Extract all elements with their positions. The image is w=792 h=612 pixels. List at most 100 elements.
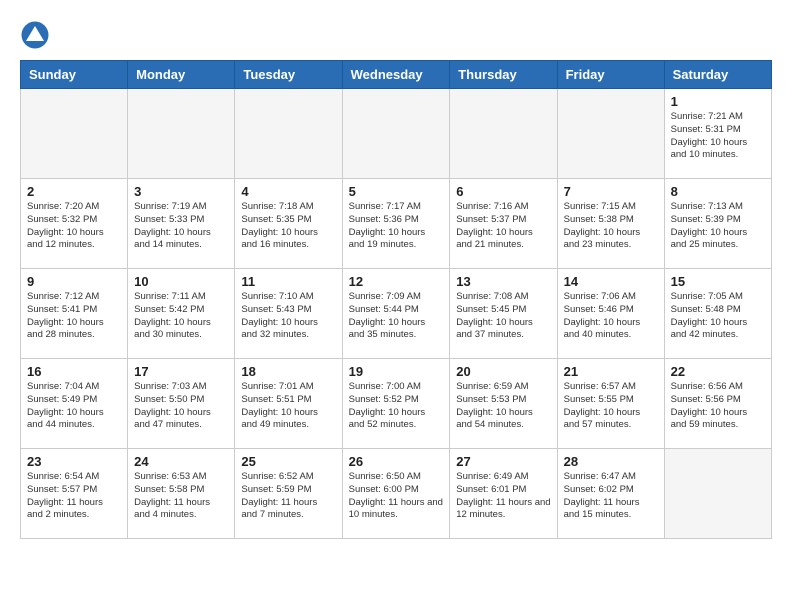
calendar-cell: 19 Sunrise: 7:00 AM Sunset: 5:52 PM Dayli…	[342, 359, 450, 449]
day-number: 19	[349, 364, 444, 379]
week-row-4: 16 Sunrise: 7:04 AM Sunset: 5:49 PM Dayli…	[21, 359, 772, 449]
day-number: 6	[456, 184, 550, 199]
calendar-cell	[450, 89, 557, 179]
calendar-cell: 26 Sunrise: 6:50 AM Sunset: 6:00 PM Dayli…	[342, 449, 450, 539]
day-info: Sunrise: 6:57 AM Sunset: 5:55 PM Dayligh…	[564, 381, 658, 432]
day-info: Sunrise: 7:09 AM Sunset: 5:44 PM Dayligh…	[349, 291, 444, 342]
day-number: 22	[671, 364, 765, 379]
day-number: 2	[27, 184, 121, 199]
weekday-header-row: SundayMondayTuesdayWednesdayThursdayFrid…	[21, 61, 772, 89]
calendar-cell: 4 Sunrise: 7:18 AM Sunset: 5:35 PM Daylig…	[235, 179, 342, 269]
day-info: Sunrise: 7:19 AM Sunset: 5:33 PM Dayligh…	[134, 201, 228, 252]
weekday-header-saturday: Saturday	[664, 61, 771, 89]
day-info: Sunrise: 7:21 AM Sunset: 5:31 PM Dayligh…	[671, 111, 765, 162]
weekday-header-wednesday: Wednesday	[342, 61, 450, 89]
week-row-5: 23 Sunrise: 6:54 AM Sunset: 5:57 PM Dayli…	[21, 449, 772, 539]
calendar-cell: 5 Sunrise: 7:17 AM Sunset: 5:36 PM Daylig…	[342, 179, 450, 269]
day-info: Sunrise: 7:03 AM Sunset: 5:50 PM Dayligh…	[134, 381, 228, 432]
calendar-cell: 17 Sunrise: 7:03 AM Sunset: 5:50 PM Dayli…	[128, 359, 235, 449]
day-info: Sunrise: 7:04 AM Sunset: 5:49 PM Dayligh…	[27, 381, 121, 432]
calendar-cell: 16 Sunrise: 7:04 AM Sunset: 5:49 PM Dayli…	[21, 359, 128, 449]
day-number: 23	[27, 454, 121, 469]
calendar-cell: 3 Sunrise: 7:19 AM Sunset: 5:33 PM Daylig…	[128, 179, 235, 269]
day-info: Sunrise: 6:47 AM Sunset: 6:02 PM Dayligh…	[564, 471, 658, 522]
calendar-cell: 15 Sunrise: 7:05 AM Sunset: 5:48 PM Dayli…	[664, 269, 771, 359]
day-info: Sunrise: 7:12 AM Sunset: 5:41 PM Dayligh…	[27, 291, 121, 342]
day-number: 17	[134, 364, 228, 379]
day-number: 8	[671, 184, 765, 199]
calendar-cell: 10 Sunrise: 7:11 AM Sunset: 5:42 PM Dayli…	[128, 269, 235, 359]
day-info: Sunrise: 6:59 AM Sunset: 5:53 PM Dayligh…	[456, 381, 550, 432]
day-number: 10	[134, 274, 228, 289]
day-info: Sunrise: 7:08 AM Sunset: 5:45 PM Dayligh…	[456, 291, 550, 342]
week-row-1: 1 Sunrise: 7:21 AM Sunset: 5:31 PM Daylig…	[21, 89, 772, 179]
logo-icon	[20, 20, 50, 50]
day-info: Sunrise: 7:15 AM Sunset: 5:38 PM Dayligh…	[564, 201, 658, 252]
day-info: Sunrise: 7:20 AM Sunset: 5:32 PM Dayligh…	[27, 201, 121, 252]
day-number: 7	[564, 184, 658, 199]
calendar-cell: 21 Sunrise: 6:57 AM Sunset: 5:55 PM Dayli…	[557, 359, 664, 449]
day-number: 1	[671, 94, 765, 109]
day-info: Sunrise: 7:06 AM Sunset: 5:46 PM Dayligh…	[564, 291, 658, 342]
day-number: 13	[456, 274, 550, 289]
day-info: Sunrise: 6:56 AM Sunset: 5:56 PM Dayligh…	[671, 381, 765, 432]
calendar-cell: 12 Sunrise: 7:09 AM Sunset: 5:44 PM Dayli…	[342, 269, 450, 359]
day-info: Sunrise: 7:16 AM Sunset: 5:37 PM Dayligh…	[456, 201, 550, 252]
day-info: Sunrise: 6:52 AM Sunset: 5:59 PM Dayligh…	[241, 471, 335, 522]
day-number: 3	[134, 184, 228, 199]
calendar-cell: 27 Sunrise: 6:49 AM Sunset: 6:01 PM Dayli…	[450, 449, 557, 539]
day-number: 26	[349, 454, 444, 469]
day-number: 14	[564, 274, 658, 289]
calendar-cell: 13 Sunrise: 7:08 AM Sunset: 5:45 PM Dayli…	[450, 269, 557, 359]
day-info: Sunrise: 7:11 AM Sunset: 5:42 PM Dayligh…	[134, 291, 228, 342]
day-number: 16	[27, 364, 121, 379]
day-number: 24	[134, 454, 228, 469]
calendar-cell: 8 Sunrise: 7:13 AM Sunset: 5:39 PM Daylig…	[664, 179, 771, 269]
day-number: 20	[456, 364, 550, 379]
day-number: 5	[349, 184, 444, 199]
day-info: Sunrise: 6:50 AM Sunset: 6:00 PM Dayligh…	[349, 471, 444, 522]
day-info: Sunrise: 7:17 AM Sunset: 5:36 PM Dayligh…	[349, 201, 444, 252]
day-info: Sunrise: 6:53 AM Sunset: 5:58 PM Dayligh…	[134, 471, 228, 522]
day-number: 9	[27, 274, 121, 289]
day-info: Sunrise: 7:00 AM Sunset: 5:52 PM Dayligh…	[349, 381, 444, 432]
calendar-cell: 9 Sunrise: 7:12 AM Sunset: 5:41 PM Daylig…	[21, 269, 128, 359]
day-info: Sunrise: 6:49 AM Sunset: 6:01 PM Dayligh…	[456, 471, 550, 522]
calendar-cell	[557, 89, 664, 179]
calendar-cell	[235, 89, 342, 179]
day-number: 12	[349, 274, 444, 289]
weekday-header-sunday: Sunday	[21, 61, 128, 89]
logo	[20, 20, 54, 50]
day-info: Sunrise: 7:13 AM Sunset: 5:39 PM Dayligh…	[671, 201, 765, 252]
day-number: 15	[671, 274, 765, 289]
calendar-table: SundayMondayTuesdayWednesdayThursdayFrid…	[20, 60, 772, 539]
calendar-cell: 28Sunrise: 6:47 AM Sunset: 6:02 PM Dayli…	[557, 449, 664, 539]
day-info: Sunrise: 7:01 AM Sunset: 5:51 PM Dayligh…	[241, 381, 335, 432]
calendar-cell: 22 Sunrise: 6:56 AM Sunset: 5:56 PM Dayli…	[664, 359, 771, 449]
day-number: 4	[241, 184, 335, 199]
day-number: 25	[241, 454, 335, 469]
day-info: Sunrise: 6:54 AM Sunset: 5:57 PM Dayligh…	[27, 471, 121, 522]
calendar-cell	[342, 89, 450, 179]
calendar-cell: 14 Sunrise: 7:06 AM Sunset: 5:46 PM Dayli…	[557, 269, 664, 359]
calendar-cell	[664, 449, 771, 539]
page-header	[20, 20, 772, 50]
calendar-cell: 18Sunrise: 7:01 AM Sunset: 5:51 PM Dayli…	[235, 359, 342, 449]
week-row-3: 9 Sunrise: 7:12 AM Sunset: 5:41 PM Daylig…	[21, 269, 772, 359]
day-info: Sunrise: 7:18 AM Sunset: 5:35 PM Dayligh…	[241, 201, 335, 252]
calendar-cell: 25 Sunrise: 6:52 AM Sunset: 5:59 PM Dayli…	[235, 449, 342, 539]
weekday-header-thursday: Thursday	[450, 61, 557, 89]
weekday-header-tuesday: Tuesday	[235, 61, 342, 89]
calendar-cell: 1 Sunrise: 7:21 AM Sunset: 5:31 PM Daylig…	[664, 89, 771, 179]
weekday-header-monday: Monday	[128, 61, 235, 89]
calendar-cell: 23 Sunrise: 6:54 AM Sunset: 5:57 PM Dayli…	[21, 449, 128, 539]
calendar-cell: 6 Sunrise: 7:16 AM Sunset: 5:37 PM Daylig…	[450, 179, 557, 269]
day-info: Sunrise: 7:05 AM Sunset: 5:48 PM Dayligh…	[671, 291, 765, 342]
week-row-2: 2 Sunrise: 7:20 AM Sunset: 5:32 PM Daylig…	[21, 179, 772, 269]
calendar-cell: 7 Sunrise: 7:15 AM Sunset: 5:38 PM Daylig…	[557, 179, 664, 269]
weekday-header-friday: Friday	[557, 61, 664, 89]
calendar-cell	[128, 89, 235, 179]
day-number: 27	[456, 454, 550, 469]
day-number: 21	[564, 364, 658, 379]
calendar-cell: 20 Sunrise: 6:59 AM Sunset: 5:53 PM Dayli…	[450, 359, 557, 449]
